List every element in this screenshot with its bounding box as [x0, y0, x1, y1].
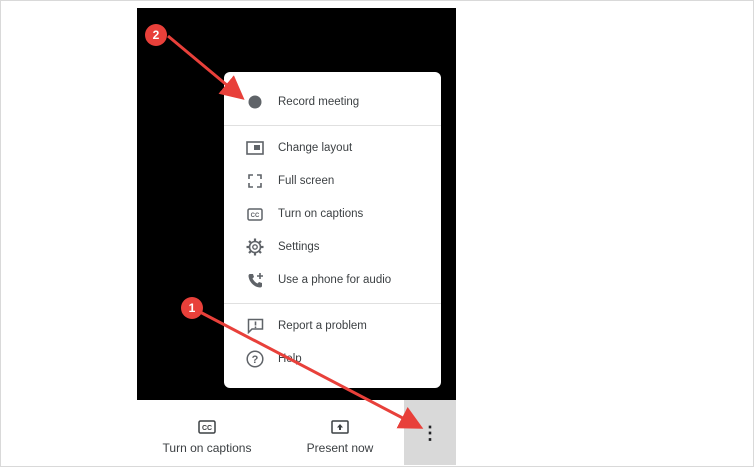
menu-item-help[interactable]: ? Help — [224, 344, 441, 374]
help-icon: ? — [245, 349, 265, 369]
menu-item-label: Full screen — [278, 175, 335, 187]
turn-on-captions-label: Turn on captions — [162, 441, 252, 455]
layout-icon — [245, 138, 265, 158]
menu-item-label: Help — [278, 353, 302, 365]
step-2-badge: 2 — [145, 24, 167, 46]
svg-text:?: ? — [252, 354, 259, 366]
present-now-label: Present now — [306, 441, 374, 455]
turn-on-captions-button[interactable]: CC Turn on captions — [155, 400, 259, 465]
menu-item-record-meeting[interactable]: Record meeting — [224, 87, 441, 117]
menu-item-full-screen[interactable]: Full screen — [224, 166, 441, 196]
meeting-bottom-bar: CC Turn on captions Present now ⋮ — [137, 400, 456, 465]
captions-icon: CC — [198, 420, 216, 436]
menu-item-change-layout[interactable]: Change layout — [224, 133, 441, 163]
record-dot-icon — [245, 92, 265, 112]
fullscreen-icon — [245, 171, 265, 191]
svg-text:CC: CC — [251, 213, 260, 219]
gear-icon — [245, 237, 265, 257]
present-screen-icon — [331, 420, 349, 436]
svg-text:CC: CC — [202, 425, 212, 432]
more-options-menu: Record meeting Change layout Full screen… — [224, 72, 441, 388]
menu-item-settings[interactable]: Settings — [224, 232, 441, 262]
menu-item-label: Record meeting — [278, 96, 360, 108]
menu-item-label: Use a phone for audio — [278, 274, 392, 286]
menu-item-turn-on-captions[interactable]: CC Turn on captions — [224, 199, 441, 229]
report-icon — [245, 316, 265, 336]
present-now-button[interactable]: Present now — [305, 400, 375, 465]
menu-item-label: Turn on captions — [278, 208, 364, 220]
menu-item-label: Report a problem — [278, 320, 367, 332]
menu-item-label: Settings — [278, 241, 320, 253]
menu-divider — [224, 303, 441, 304]
more-vert-icon: ⋮ — [421, 422, 439, 443]
more-options-button[interactable]: ⋮ — [404, 400, 456, 465]
menu-divider — [224, 125, 441, 126]
menu-item-report-problem[interactable]: Report a problem — [224, 311, 441, 341]
step-1-badge: 1 — [181, 297, 203, 319]
menu-item-label: Change layout — [278, 142, 353, 154]
captions-icon: CC — [245, 204, 265, 224]
menu-item-phone-audio[interactable]: Use a phone for audio — [224, 265, 441, 295]
phone-icon — [245, 270, 265, 290]
